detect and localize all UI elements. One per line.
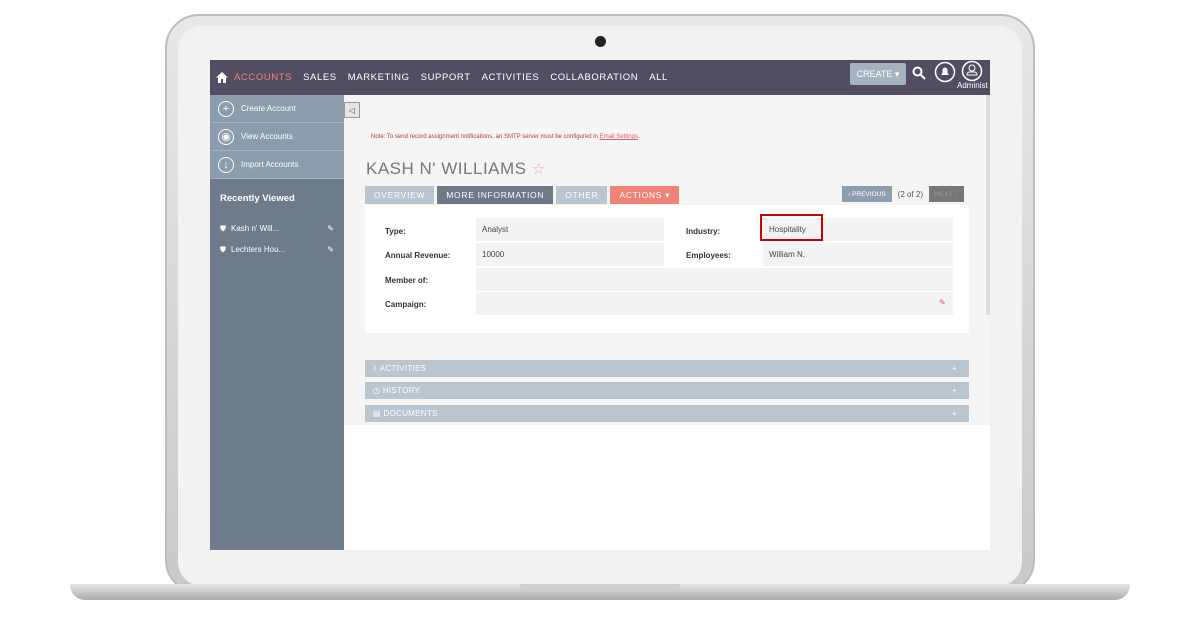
recent-item[interactable]: ⛊ Kash n' Will... ✎ [210, 218, 344, 239]
nav-all[interactable]: ALL [649, 72, 668, 83]
shield-icon: ⛊ [220, 244, 226, 254]
member-of-value[interactable] [476, 268, 953, 291]
nav-marketing[interactable]: MARKETING [348, 72, 410, 83]
recent-item-label: Lechters Hou... [231, 245, 286, 254]
annual-revenue-label: Annual Revenue: [385, 251, 451, 260]
annual-revenue-value[interactable]: 10000 [476, 243, 664, 266]
sidebar: + Create Account ◉ View Accounts ↓ Import A… [210, 95, 344, 550]
sidebar-action-label: Create Account [241, 104, 296, 113]
home-icon[interactable] [216, 72, 228, 83]
collapse-sidebar-button[interactable]: ◁ [344, 102, 360, 118]
actions-dropdown[interactable]: ACTIONS ▾ [610, 186, 680, 204]
scrollbar[interactable] [986, 95, 990, 315]
sidebar-view-accounts[interactable]: ◉ View Accounts [210, 123, 344, 151]
download-icon: ↓ [218, 156, 234, 173]
create-label: CREATE [856, 69, 893, 79]
record-title: KASH N' WILLIAMS [366, 159, 527, 178]
laptop-notch [520, 584, 680, 591]
activity-icon: ⌇ [373, 364, 380, 373]
nav-activities[interactable]: ACTIVITIES [482, 72, 540, 83]
nav-sales[interactable]: SALES [303, 72, 337, 83]
sidebar-create-account[interactable]: + Create Account [210, 95, 344, 123]
webcam [595, 36, 606, 47]
edit-pencil-icon[interactable]: ✎ [327, 224, 334, 233]
campaign-label: Campaign: [385, 300, 427, 309]
expand-plus-icon[interactable]: + [952, 386, 957, 395]
employees-label: Employees: [686, 251, 731, 260]
email-settings-link[interactable]: Email Settings [600, 134, 638, 140]
next-label: NEXT [935, 190, 953, 198]
favorite-star-icon[interactable]: ☆ [532, 161, 546, 178]
eye-icon: ◉ [218, 128, 234, 145]
screen: ACCOUNTS SALES MARKETING SUPPORT ACTIVIT… [210, 60, 990, 550]
subpanel-label: ACTIVITIES [379, 364, 427, 373]
type-label: Type: [385, 227, 406, 236]
subpanel-history[interactable]: ◷ HISTORY + [365, 382, 969, 399]
expand-plus-icon[interactable]: + [952, 409, 957, 418]
detail-panel: Type: Analyst Industry: Hospitality Annu… [365, 205, 969, 333]
subpanel-documents[interactable]: ▤ DOCUMENTS + [365, 405, 969, 422]
highlight-box [760, 214, 823, 241]
nav-accounts[interactable]: ACCOUNTS [234, 72, 292, 83]
industry-label: Industry: [686, 227, 721, 236]
main-content: Note: To send record assignment notifica… [344, 95, 990, 425]
document-icon: ▤ [373, 409, 384, 418]
tab-other[interactable]: OTHER [556, 186, 608, 204]
history-icon: ◷ [373, 386, 383, 395]
member-of-label: Member of: [385, 276, 429, 285]
recent-item-label: Kash n' Will... [231, 224, 280, 233]
tab-more-information[interactable]: MORE INFORMATION [437, 186, 554, 204]
smtp-note: Note: To send record assignment notifica… [371, 134, 640, 140]
empty-area [344, 425, 990, 550]
recent-item[interactable]: ⛊ Lechters Hou... ✎ [210, 239, 344, 260]
page-title: KASH N' WILLIAMS ☆ [366, 159, 546, 179]
campaign-value[interactable] [476, 292, 953, 315]
note-end: . [637, 134, 640, 140]
edit-pencil-icon[interactable]: ✎ [327, 245, 334, 254]
previous-label: PREVIOUS [852, 190, 886, 198]
previous-button[interactable]: ‹ PREVIOUS [842, 186, 892, 202]
subpanel-activities[interactable]: ⌇ ACTIVITIES + [365, 360, 969, 377]
sidebar-action-label: View Accounts [241, 132, 293, 141]
nav-support[interactable]: SUPPORT [421, 72, 471, 83]
record-count: (2 of 2) [897, 189, 923, 199]
search-icon[interactable] [912, 66, 926, 80]
note-text: Note: To send record assignment notifica… [371, 134, 600, 140]
sidebar-action-label: Import Accounts [241, 160, 299, 169]
pager: ‹ PREVIOUS (2 of 2) NEXT › [842, 186, 964, 202]
shield-icon: ⛊ [220, 223, 226, 233]
user-name[interactable]: Administ [957, 81, 988, 90]
actions-label: ACTIONS [619, 190, 663, 200]
nav-collaboration[interactable]: COLLABORATION [550, 72, 638, 83]
edit-pencil-icon[interactable]: ✎ [939, 298, 946, 307]
tab-overview[interactable]: OVERVIEW [365, 186, 435, 204]
user-avatar-icon[interactable] [961, 60, 983, 82]
subpanel-label: HISTORY [382, 386, 421, 395]
notifications-bell-icon[interactable] [934, 61, 956, 85]
tab-bar: OVERVIEW MORE INFORMATION OTHER ACTIONS … [365, 186, 680, 204]
expand-plus-icon[interactable]: + [952, 364, 957, 373]
create-button[interactable]: CREATE ▾ [850, 63, 906, 85]
plus-icon: + [218, 100, 234, 117]
sidebar-import-accounts[interactable]: ↓ Import Accounts [210, 151, 344, 179]
next-button[interactable]: NEXT › [929, 186, 964, 202]
subpanel-label: DOCUMENTS [383, 409, 438, 418]
type-value[interactable]: Analyst [476, 218, 664, 241]
recently-viewed-title: Recently Viewed [220, 193, 295, 204]
employees-value[interactable]: William N. [763, 243, 953, 266]
